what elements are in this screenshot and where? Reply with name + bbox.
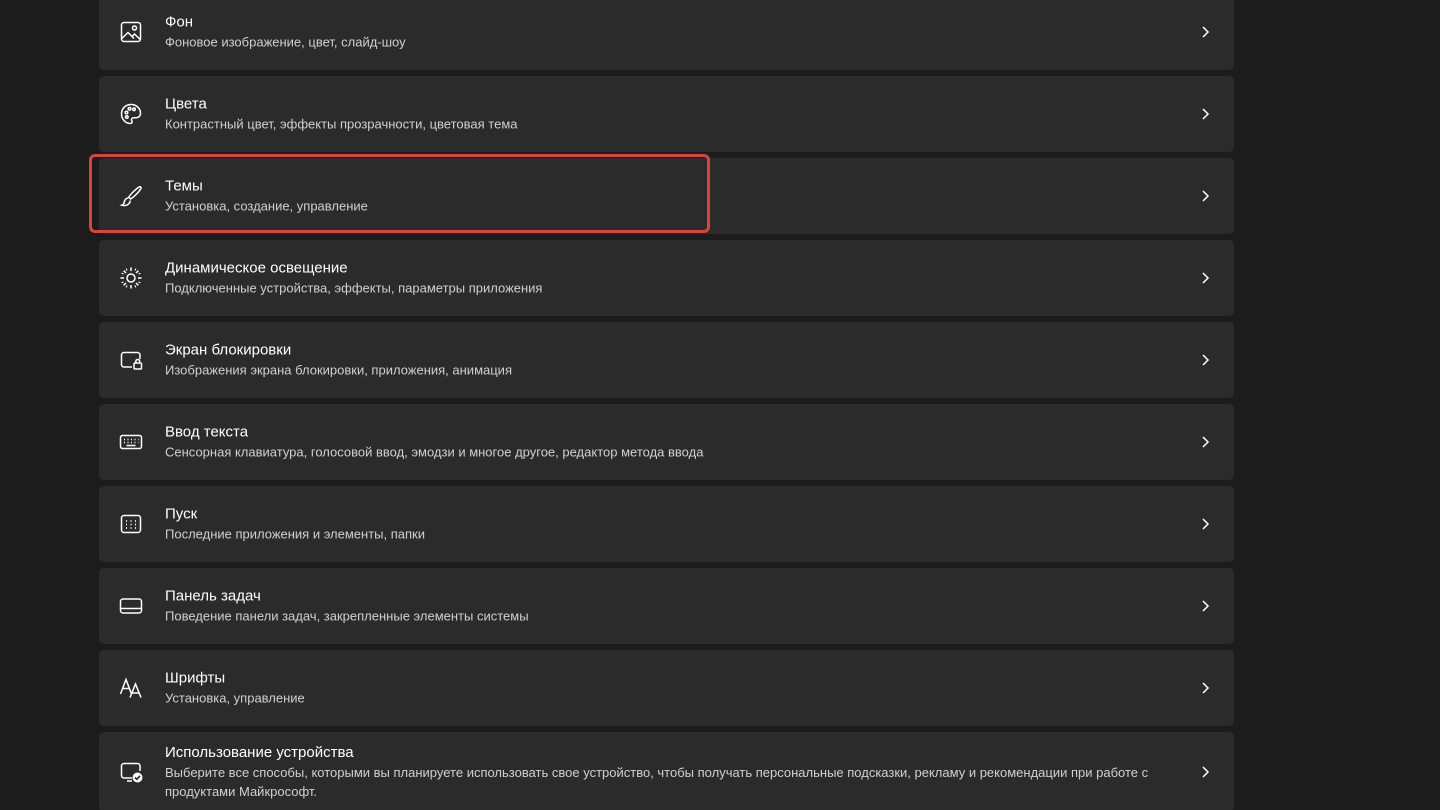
start-icon [118, 511, 144, 537]
settings-item-subtitle: Подключенные устройства, эффекты, параме… [165, 280, 543, 296]
chevron-right-icon [1198, 435, 1212, 449]
settings-item-themes[interactable]: Темы Установка, создание, управление [99, 158, 1234, 234]
chevron-right-icon [1198, 25, 1212, 39]
settings-item-subtitle: Установка, управление [165, 690, 305, 706]
settings-item-subtitle: Фоновое изображение, цвет, слайд-шоу [165, 34, 406, 50]
settings-item-fonts[interactable]: Шрифты Установка, управление [99, 650, 1234, 726]
chevron-right-icon [1198, 765, 1212, 779]
settings-item-title: Пуск [165, 505, 198, 523]
settings-item-title: Цвета [165, 95, 207, 113]
settings-item-start[interactable]: Пуск Последние приложения и элементы, па… [99, 486, 1234, 562]
personalization-page: Фон Фоновое изображение, цвет, слайд-шоу… [0, 0, 1440, 810]
settings-item-title: Панель задач [165, 587, 261, 605]
settings-item-title: Темы [165, 177, 203, 195]
lock-screen-icon [118, 347, 144, 373]
settings-item-lock-screen[interactable]: Экран блокировки Изображения экрана блок… [99, 322, 1234, 398]
settings-item-subtitle: Сенсорная клавиатура, голосовой ввод, эм… [165, 444, 704, 460]
chevron-right-icon [1198, 599, 1212, 613]
settings-item-subtitle: Выберите все способы, которыми вы планир… [165, 765, 1149, 799]
chevron-right-icon [1198, 189, 1212, 203]
settings-item-background[interactable]: Фон Фоновое изображение, цвет, слайд-шоу [99, 0, 1234, 70]
taskbar-icon [118, 593, 144, 619]
brush-icon [118, 183, 144, 209]
chevron-right-icon [1198, 271, 1212, 285]
chevron-right-icon [1198, 517, 1212, 531]
settings-item-title: Экран блокировки [165, 341, 292, 359]
settings-item-title: Ввод текста [165, 423, 249, 441]
fonts-icon [118, 675, 144, 701]
settings-item-subtitle: Контрастный цвет, эффекты прозрачности, … [165, 116, 518, 132]
lighting-icon [118, 265, 144, 291]
settings-item-subtitle: Поведение панели задач, закрепленные эле… [165, 608, 529, 624]
settings-item-title: Динамическое освещение [165, 259, 348, 277]
image-icon [118, 19, 144, 45]
settings-item-taskbar[interactable]: Панель задач Поведение панели задач, зак… [99, 568, 1234, 644]
settings-item-subtitle: Установка, создание, управление [165, 198, 368, 214]
settings-item-title: Использование устройства [165, 744, 354, 761]
device-usage-icon [118, 759, 144, 785]
settings-item-title: Шрифты [165, 669, 226, 687]
settings-item-colors[interactable]: Цвета Контрастный цвет, эффекты прозрачн… [99, 76, 1234, 152]
settings-item-subtitle: Изображения экрана блокировки, приложени… [165, 362, 512, 378]
settings-item-dynamic-lighting[interactable]: Динамическое освещение Подключенные устр… [99, 240, 1234, 316]
keyboard-icon [118, 429, 144, 455]
settings-item-title: Фон [165, 13, 194, 31]
settings-item-text-input[interactable]: Ввод текста Сенсорная клавиатура, голосо… [99, 404, 1234, 480]
chevron-right-icon [1198, 107, 1212, 121]
chevron-right-icon [1198, 681, 1212, 695]
settings-item-device-usage[interactable]: Использование устройства Выберите все сп… [99, 732, 1234, 810]
settings-item-subtitle: Последние приложения и элементы, папки [165, 526, 425, 542]
palette-icon [118, 101, 144, 127]
chevron-right-icon [1198, 353, 1212, 367]
